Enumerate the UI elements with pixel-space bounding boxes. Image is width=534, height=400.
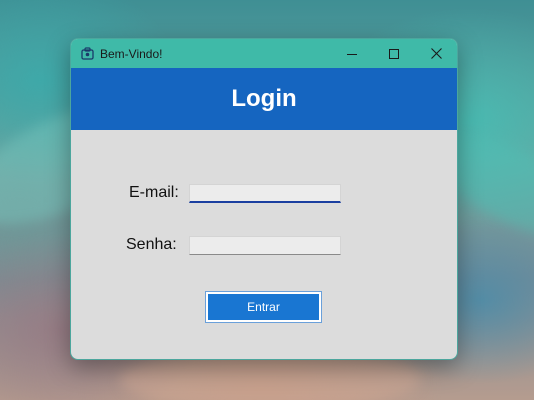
- submit-button[interactable]: Entrar: [206, 292, 321, 322]
- header-banner: Login: [71, 68, 457, 130]
- minimize-button[interactable]: [331, 39, 373, 68]
- minimize-icon: [347, 53, 357, 55]
- close-icon: [430, 48, 442, 59]
- password-field[interactable]: [189, 236, 341, 255]
- maximize-button[interactable]: [373, 39, 415, 68]
- email-field[interactable]: [189, 184, 341, 203]
- close-button[interactable]: [415, 39, 457, 68]
- page-title: Login: [231, 85, 297, 112]
- maximize-icon: [389, 48, 399, 59]
- email-label: E-mail:: [129, 184, 179, 201]
- password-label: Senha:: [126, 236, 177, 253]
- login-window: Bem-Vindo! Login E-mail: Senha: Entrar: [70, 38, 458, 360]
- title-bar[interactable]: Bem-Vindo!: [71, 39, 457, 68]
- window-controls: [331, 39, 457, 68]
- submit-button-label: Entrar: [247, 300, 280, 314]
- app-icon: [80, 47, 94, 61]
- window-title: Bem-Vindo!: [100, 46, 163, 61]
